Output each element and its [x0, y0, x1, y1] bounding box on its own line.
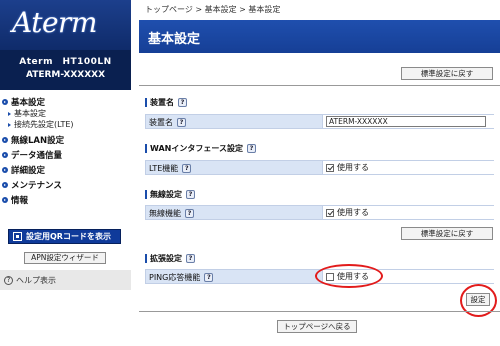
device-name-input[interactable] [326, 116, 486, 127]
model-info: Aterm HT100LN ATERM-XXXXXX [0, 50, 131, 90]
help-icon[interactable]: ? [246, 144, 256, 153]
section-heading-wireless: 無線設定? [145, 189, 195, 200]
nav-item-basic-settings[interactable]: 基本設定 [0, 96, 131, 108]
device-name-row: 装置名? [145, 114, 495, 129]
main-content: トップページ > 基本設定 > 基本設定 基本設定 標準設定に戻す 装置名? 装… [139, 0, 500, 346]
lte-enable-checkbox[interactable] [326, 163, 334, 172]
show-qr-code-button[interactable]: 設定用QRコードを表示 [8, 229, 121, 244]
help-icon[interactable]: ? [182, 164, 192, 173]
aterm-logo: Aterm [12, 6, 98, 39]
reset-defaults-button-bottom[interactable]: 標準設定に戻す [401, 227, 493, 240]
nav-item-maintenance[interactable]: メンテナンス [0, 179, 131, 191]
section-heading-device-name: 装置名? [145, 97, 187, 108]
nav-item-data-usage[interactable]: データ通信量 [0, 149, 131, 161]
divider [139, 85, 500, 86]
nav-item-info[interactable]: 情報 [0, 194, 131, 206]
help-icon[interactable]: ? [178, 98, 187, 107]
nav-arrow-icon [2, 137, 8, 143]
help-icon: ? [4, 275, 13, 285]
help-icon[interactable]: ? [186, 254, 195, 263]
page-title: 基本設定 [148, 32, 201, 47]
help-icon[interactable]: ? [185, 209, 194, 218]
help-icon[interactable]: ? [177, 118, 186, 127]
sub-arrow-icon [8, 122, 11, 127]
section-heading-extended: 拡張設定? [145, 253, 195, 264]
nav-item-wireless-lan[interactable]: 無線LAN設定 [0, 134, 131, 146]
sidebar-nav: 基本設定 基本設定 接続先設定(LTE) 無線LAN設定 データ通信量 詳細設定… [0, 96, 131, 206]
nav-arrow-icon [2, 197, 8, 203]
help-icon[interactable]: ? [204, 273, 214, 282]
logo-banner: Aterm [0, 0, 131, 50]
nav-item-advanced-settings[interactable]: 詳細設定 [0, 164, 131, 176]
highlight-circle-ping [315, 264, 383, 288]
sub-arrow-icon [8, 111, 11, 116]
highlight-circle-set [460, 284, 497, 317]
device-id: ATERM-XXXXXX [25, 70, 106, 80]
nav-arrow-icon [2, 167, 8, 173]
model-name: Aterm HT100LN [19, 57, 112, 67]
nav-subitem-basic-settings[interactable]: 基本設定 [0, 108, 131, 119]
help-icon[interactable]: ? [186, 190, 195, 199]
nav-arrow-icon [2, 99, 8, 105]
help-display-link[interactable]: ? ヘルプ表示 [0, 270, 131, 290]
apn-wizard-button[interactable]: APN設定ウィザード [24, 252, 106, 264]
nav-arrow-icon [2, 152, 8, 158]
wireless-enable-checkbox[interactable] [326, 208, 334, 217]
wireless-function-row: 無線機能? 使用する [145, 205, 495, 220]
lte-function-row: LTE機能? 使用する [145, 160, 495, 175]
breadcrumb: トップページ > 基本設定 > 基本設定 [145, 5, 281, 14]
page-title-bar: 基本設定 [139, 20, 500, 53]
section-heading-wan: WANインタフェース設定? [145, 143, 256, 154]
sidebar: Aterm Aterm HT100LN ATERM-XXXXXX 基本設定 基本… [0, 0, 131, 346]
divider [139, 311, 500, 312]
back-to-top-button[interactable]: トップページへ戻る [277, 320, 357, 333]
nav-subitem-lte-settings[interactable]: 接続先設定(LTE) [0, 119, 131, 130]
reset-defaults-button-top[interactable]: 標準設定に戻す [401, 67, 493, 80]
nav-arrow-icon [2, 182, 8, 188]
qr-code-icon [13, 232, 22, 241]
